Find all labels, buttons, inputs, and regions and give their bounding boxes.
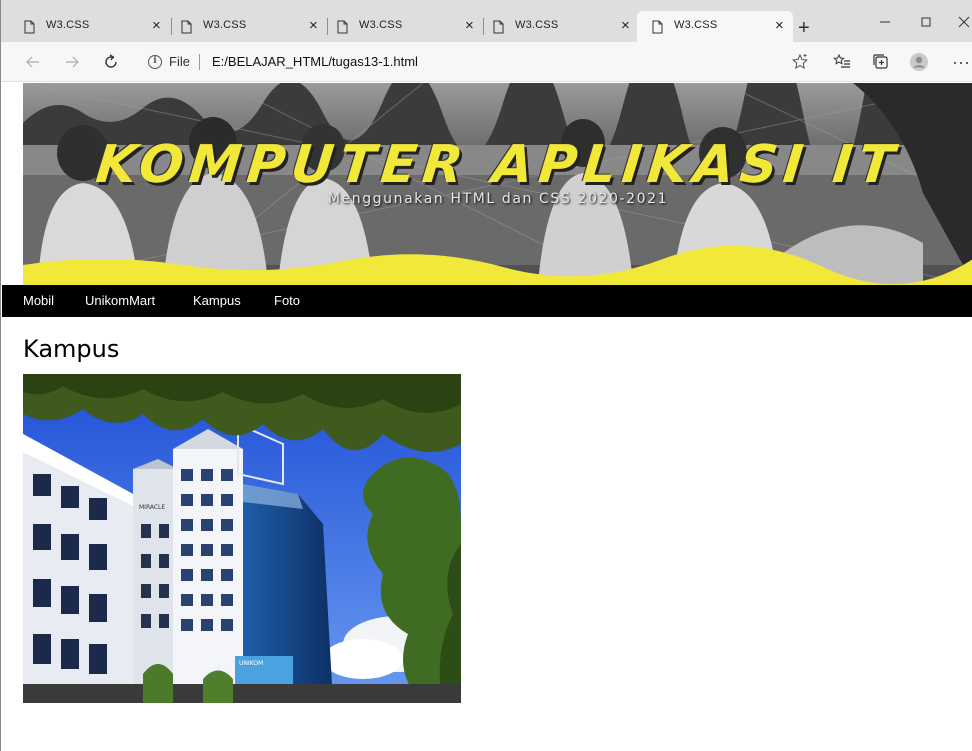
browser-toolbar: i File E:/BELAJAR_HTML/tugas13-1.html: [1, 42, 972, 82]
page-content: KOMPUTER APLIKASI IT Menggunakan HTML da…: [2, 83, 972, 751]
nav-item-mobil[interactable]: Mobil: [23, 293, 54, 308]
address-divider: [199, 54, 200, 70]
favorites-list-icon[interactable]: [832, 52, 852, 72]
more-options-icon[interactable]: [951, 52, 971, 72]
tab-close-button[interactable]: ×: [621, 18, 630, 34]
tab-close-button[interactable]: ×: [775, 18, 784, 34]
forward-icon[interactable]: [62, 52, 82, 72]
browser-tab-3[interactable]: W3.CSS ×: [322, 11, 478, 42]
page-icon: [24, 20, 35, 34]
nav-item-foto[interactable]: Foto: [274, 293, 300, 308]
tab-close-button[interactable]: ×: [152, 18, 161, 34]
page-icon: [337, 20, 348, 34]
page-icon: [181, 20, 192, 34]
nav-item-kampus[interactable]: Kampus: [193, 293, 241, 308]
minimize-icon[interactable]: [875, 12, 895, 32]
campus-photo: MIRACLE UNIKOM: [23, 374, 461, 703]
building-sign-label: MIRACLE: [139, 504, 165, 511]
back-icon[interactable]: [23, 52, 43, 72]
favorite-star-icon[interactable]: [790, 52, 810, 72]
nav-item-unikommart[interactable]: UnikomMart: [85, 293, 155, 308]
address-bar-url[interactable]: E:/BELAJAR_HTML/tugas13-1.html: [212, 54, 418, 69]
banner-title: KOMPUTER APLIKASI IT: [93, 135, 903, 195]
close-window-icon[interactable]: [954, 12, 972, 32]
tab-title: W3.CSS: [674, 19, 718, 31]
profile-avatar-icon[interactable]: [909, 52, 929, 72]
collections-icon[interactable]: [871, 52, 891, 72]
tab-title: W3.CSS: [203, 19, 247, 31]
banner-subtitle: Menggunakan HTML dan CSS 2020-2021: [327, 191, 669, 207]
tab-close-button[interactable]: ×: [465, 18, 474, 34]
maximize-icon[interactable]: [916, 12, 936, 32]
address-scheme-label: File: [169, 54, 190, 69]
browser-tab-4[interactable]: W3.CSS ×: [478, 11, 634, 42]
main-navbar: Mobil UnikomMart Kampus Foto: [2, 285, 972, 317]
info-icon[interactable]: i: [148, 55, 162, 69]
browser-window: W3.CSS × W3.CSS × W3.CSS × W3.CSS × W3.C…: [0, 0, 972, 751]
page-icon: [493, 20, 504, 34]
browser-tab-1[interactable]: W3.CSS ×: [9, 11, 165, 42]
tab-strip: W3.CSS × W3.CSS × W3.CSS × W3.CSS × W3.C…: [1, 0, 972, 42]
tab-title: W3.CSS: [46, 19, 90, 31]
section-heading: Kampus: [23, 335, 120, 363]
tab-title: W3.CSS: [359, 19, 403, 31]
campus-building-image: MIRACLE UNIKOM: [23, 374, 461, 703]
header-banner: KOMPUTER APLIKASI IT Menggunakan HTML da…: [23, 83, 972, 285]
new-tab-button[interactable]: +: [798, 18, 810, 38]
tab-title: W3.CSS: [515, 19, 559, 31]
billboard-label: UNIKOM: [239, 660, 263, 667]
refresh-icon[interactable]: [101, 52, 121, 72]
page-icon: [652, 20, 663, 34]
browser-tab-2[interactable]: W3.CSS ×: [166, 11, 322, 42]
browser-tab-5-active[interactable]: W3.CSS ×: [637, 11, 793, 42]
tab-close-button[interactable]: ×: [309, 18, 318, 34]
